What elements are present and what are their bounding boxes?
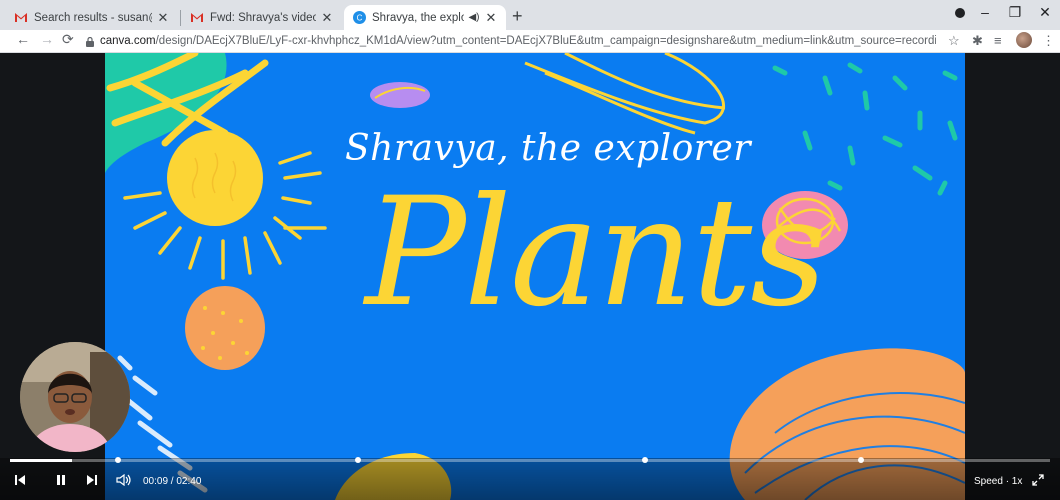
- reload-icon[interactable]: ⟳: [62, 31, 74, 48]
- slide-marker[interactable]: [115, 457, 121, 463]
- gmail-icon: [190, 11, 204, 25]
- window-close-icon[interactable]: ✕: [1030, 4, 1060, 21]
- tab-title: Search results - susan@gatewayi: [34, 11, 152, 24]
- playback-time: 00:09 / 02:40: [143, 476, 202, 487]
- canva-icon: C: [352, 11, 366, 25]
- browser-toolbar: ← → ⟳ canva.com/design/DAEcjX7BluE/LyF-c…: [0, 30, 1060, 53]
- menu-icon[interactable]: ⋮: [1042, 33, 1055, 49]
- svg-text:C: C: [356, 14, 362, 23]
- tab-search-results[interactable]: Search results - susan@gatewayi ✕: [6, 5, 178, 30]
- tab-title: Shravya, the explorer: [372, 11, 464, 24]
- pause-icon[interactable]: [55, 474, 67, 490]
- new-tab-icon[interactable]: +: [512, 6, 523, 27]
- progress-fill: [10, 459, 73, 462]
- yellow-scribble: [524, 53, 726, 135]
- webcam-bubble[interactable]: [20, 342, 130, 452]
- slide-marker[interactable]: [355, 457, 361, 463]
- slide[interactable]: Shravya, the explorer Plants: [105, 53, 965, 500]
- star-icon[interactable]: ☆: [948, 33, 960, 49]
- extensions-icon[interactable]: ✱: [972, 33, 983, 49]
- restore-icon[interactable]: ❐: [1000, 4, 1030, 21]
- slide-title: Plants: [365, 166, 827, 340]
- minimize-icon[interactable]: –: [970, 4, 1000, 20]
- close-icon[interactable]: ✕: [484, 10, 498, 26]
- tab-fwd-video-link[interactable]: Fwd: Shravya's video link - susan ✕: [182, 5, 342, 30]
- slide-marker[interactable]: [642, 457, 648, 463]
- presenter-video: [20, 342, 130, 452]
- address-bar[interactable]: canva.com/design/DAEcjX7BluE/LyF-cxr-khv…: [86, 31, 936, 51]
- forward-icon[interactable]: →: [40, 31, 54, 47]
- sun: [167, 130, 263, 226]
- volume-icon[interactable]: [116, 473, 132, 490]
- speed-button[interactable]: Speed · 1x: [974, 476, 1022, 487]
- url-path: /design/DAEcjX7BluE/LyF-cxr-khvhphcz_KM1…: [155, 35, 936, 47]
- media-control-icon[interactable]: ≡: [994, 33, 1002, 48]
- fullscreen-icon[interactable]: [1032, 474, 1044, 490]
- close-icon[interactable]: ✕: [320, 10, 334, 26]
- next-icon[interactable]: [86, 474, 98, 490]
- progress-bar[interactable]: [10, 457, 1050, 463]
- previous-icon[interactable]: [14, 474, 26, 490]
- orange-blob: [185, 286, 265, 370]
- speaker-icon[interactable]: ◀): [468, 12, 480, 23]
- url-host: canva.com: [100, 35, 156, 47]
- presentation-viewer: Shravya, the explorer Plants: [0, 53, 1060, 500]
- tab-separator: [180, 10, 181, 26]
- tab-strip: Search results - susan@gatewayi ✕ Fwd: S…: [0, 0, 1060, 30]
- back-icon[interactable]: ←: [16, 31, 30, 47]
- gmail-icon: [14, 11, 28, 25]
- tab-shravya-explorer[interactable]: C Shravya, the explorer ◀) ✕: [344, 5, 506, 30]
- slide-subtitle: Shravya, the explorer: [345, 128, 752, 169]
- tab-title: Fwd: Shravya's video link - susan: [210, 11, 316, 24]
- lock-icon: [86, 36, 94, 47]
- slide-marker[interactable]: [858, 457, 864, 463]
- close-icon[interactable]: ✕: [156, 10, 170, 26]
- profile-avatar[interactable]: [1016, 32, 1032, 48]
